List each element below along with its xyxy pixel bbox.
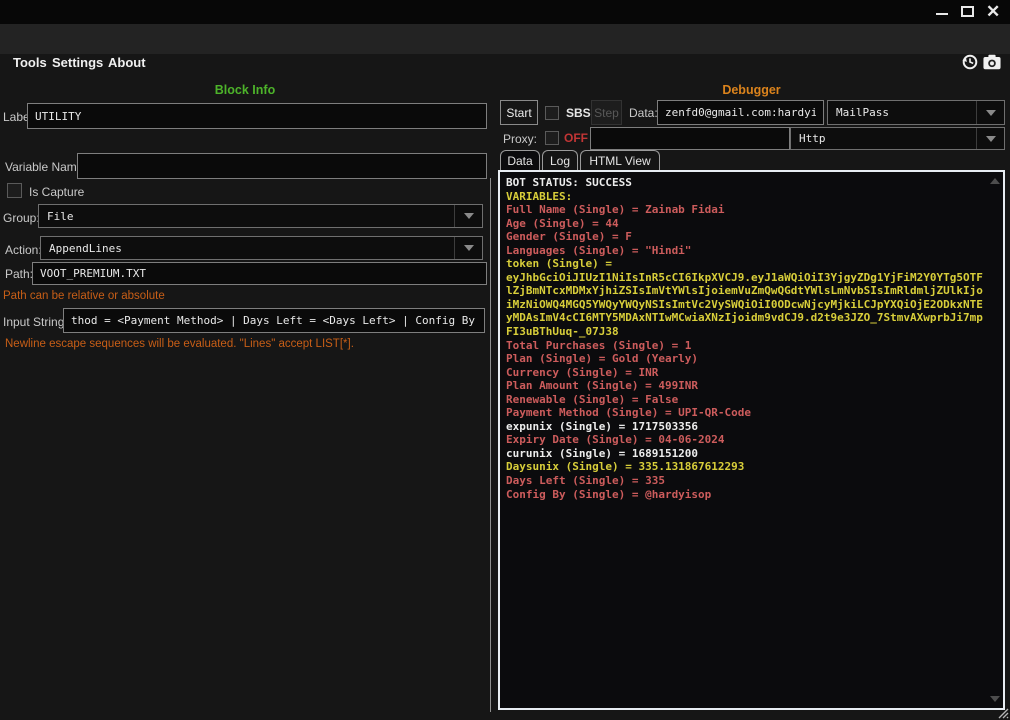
is-capture-label: Is Capture <box>29 185 84 199</box>
tab-html-view[interactable]: HTML View <box>580 150 660 171</box>
close-icon[interactable]: ✕ <box>986 1 1000 23</box>
menu-bar: Tools Settings About <box>0 24 1010 54</box>
tab-data[interactable]: Data <box>500 150 540 171</box>
tab-log[interactable]: Log <box>542 150 578 171</box>
debugger-title: Debugger <box>498 83 1005 97</box>
variable-name-input[interactable] <box>77 153 487 179</box>
proxy-status: OFF <box>564 131 588 145</box>
console-line: token (Single) = <box>506 257 987 271</box>
console-line: lZjBmNTcxMDMxYjhiZSIsImVtYWlsIjoiemVuZmQ… <box>506 284 987 298</box>
scroll-up-icon[interactable] <box>990 178 1000 184</box>
path-label: Path: <box>5 267 33 281</box>
scroll-down-icon[interactable] <box>990 696 1000 702</box>
is-capture-checkbox[interactable] <box>7 183 22 198</box>
input-string-input[interactable] <box>63 308 485 333</box>
action-label: Action: <box>5 243 42 257</box>
chevron-down-icon <box>464 213 474 219</box>
menu-settings[interactable]: Settings <box>52 55 103 70</box>
title-bar: ✕ <box>0 0 1010 24</box>
data-input[interactable] <box>657 100 824 125</box>
console-line: Payment Method (Single) = UPI-QR-Code <box>506 406 987 420</box>
data-label: Data: <box>629 106 658 120</box>
history-icon[interactable] <box>961 53 979 71</box>
sbs-checkbox[interactable] <box>545 106 559 120</box>
console-line: BOT STATUS: SUCCESS <box>506 176 987 190</box>
chevron-down-icon <box>986 136 996 142</box>
console-line: expunix (Single) = 1717503356 <box>506 420 987 434</box>
input-string-note: Newline escape sequences will be evaluat… <box>5 338 354 350</box>
path-input[interactable] <box>32 262 487 285</box>
minimize-icon[interactable] <box>936 13 948 15</box>
menu-about[interactable]: About <box>108 55 146 70</box>
wordlist-type-select[interactable]: MailPass <box>827 100 1005 125</box>
console-line: FI3uBThUuq-_07J38 <box>506 325 987 339</box>
chevron-down-icon <box>986 110 996 116</box>
wordlist-type-value: MailPass <box>836 106 889 119</box>
console-line: Total Purchases (Single) = 1 <box>506 339 987 353</box>
step-button[interactable]: Step <box>591 100 622 125</box>
variable-name-label: Variable Name: <box>5 160 87 174</box>
block-info-title: Block Info <box>0 83 490 97</box>
console-line: Age (Single) = 44 <box>506 217 987 231</box>
console-line: Expiry Date (Single) = 04-06-2024 <box>506 433 987 447</box>
maximize-icon[interactable] <box>961 6 974 17</box>
proxy-type-select[interactable]: Http <box>790 127 1005 150</box>
chevron-down-icon <box>464 245 474 251</box>
console-line: Currency (Single) = INR <box>506 366 987 380</box>
console-line: Config By (Single) = @hardyisop <box>506 488 987 502</box>
camera-icon[interactable] <box>982 53 1002 71</box>
console-line: iMzNiOWQ4MGQ5YWQyYWQyNSIsImtVc2VySWQiOiI… <box>506 298 987 312</box>
menu-tools[interactable]: Tools <box>13 55 47 70</box>
group-value: File <box>47 210 74 223</box>
input-string-label: Input String: <box>3 315 68 329</box>
console-line: Renewable (Single) = False <box>506 393 987 407</box>
console-line: VARIABLES: <box>506 190 987 204</box>
action-select[interactable]: AppendLines <box>40 236 483 260</box>
start-button[interactable]: Start <box>500 100 538 125</box>
debugger-console[interactable]: BOT STATUS: SUCCESSVARIABLES:Full Name (… <box>498 170 1005 710</box>
proxy-type-value: Http <box>799 132 826 145</box>
console-line: curunix (Single) = 1689151200 <box>506 447 987 461</box>
console-line: Plan (Single) = Gold (Yearly) <box>506 352 987 366</box>
console-line: Days Left (Single) = 335 <box>506 474 987 488</box>
proxy-checkbox[interactable] <box>545 131 559 145</box>
path-note: Path can be relative or absolute <box>3 290 165 302</box>
group-select[interactable]: File <box>38 204 483 228</box>
console-line: Daysunix (Single) = 335.131867612293 <box>506 460 987 474</box>
console-line: Gender (Single) = F <box>506 230 987 244</box>
group-label: Group: <box>3 211 40 225</box>
console-line: Languages (Single) = "Hindi" <box>506 244 987 258</box>
proxy-input[interactable] <box>590 127 790 150</box>
action-value: AppendLines <box>49 242 122 255</box>
console-line: yMDAsImV4cCI6MTY5MDAxNTIwMCwiaXNzIjoidm9… <box>506 311 987 325</box>
sbs-label: SBS <box>566 106 591 120</box>
proxy-label: Proxy: <box>503 132 537 146</box>
console-output: BOT STATUS: SUCCESSVARIABLES:Full Name (… <box>506 176 987 501</box>
panel-splitter[interactable] <box>490 178 491 712</box>
console-line: Plan Amount (Single) = 499INR <box>506 379 987 393</box>
resize-grip-icon[interactable] <box>997 707 1009 719</box>
console-line: eyJhbGciOiJIUzI1NiIsInR5cCI6IkpXVCJ9.eyJ… <box>506 271 987 285</box>
console-line: Full Name (Single) = Zainab Fidai <box>506 203 987 217</box>
label-input[interactable] <box>27 103 487 129</box>
